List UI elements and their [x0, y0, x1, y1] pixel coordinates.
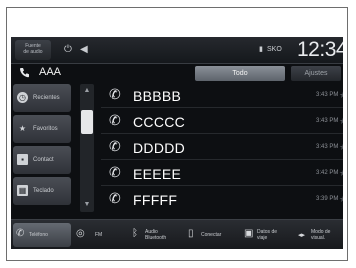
- call-contact-name: DDDDD: [133, 140, 186, 156]
- infotainment-screen: Fuente de audio ⏻ ◀ ▮ SKO 12:34 AAA Todo…: [11, 37, 343, 249]
- tab-ajustes-label: Ajustes: [304, 70, 328, 77]
- list-scrollbar[interactable]: ▲ ▼: [80, 84, 94, 212]
- menu-item-recientes[interactable]: ◷ Recientes: [13, 84, 71, 112]
- outgoing-call-icon: ✆: [109, 86, 121, 102]
- call-contact-name: EEEEE: [133, 166, 182, 182]
- favorite-star-icon[interactable]: ★: [339, 116, 343, 127]
- tab-todo-label: Todo: [232, 70, 248, 77]
- call-row[interactable]: ✆ DDDDD 3:43 PM ★: [101, 136, 343, 160]
- menu-item-label: Favoritos: [33, 126, 58, 132]
- call-time: 3:39 PM: [316, 196, 339, 202]
- call-time: 3:43 PM: [316, 118, 339, 124]
- status-bar: Fuente de audio ⏻ ◀ ▮ SKO 12:34: [11, 37, 343, 64]
- favorite-star-icon[interactable]: ★: [339, 142, 343, 153]
- power-icon[interactable]: ⏻: [64, 45, 72, 55]
- tab-ajustes[interactable]: Ajustes: [291, 66, 341, 81]
- call-contact-name: BBBBB: [133, 88, 182, 104]
- scroll-up-icon[interactable]: ▲: [81, 86, 93, 96]
- source-modo-visual-button[interactable]: ◂▸ Modo de visual.: [295, 223, 341, 247]
- source-fm-button[interactable]: ◎ FM: [73, 223, 127, 247]
- call-time: 3:42 PM: [316, 170, 339, 176]
- radio-icon: ◎: [76, 228, 85, 239]
- display-mode-icon: ◂▸: [298, 232, 306, 239]
- source-datos-viaje-button[interactable]: ▣ Datos de viaje: [241, 223, 293, 247]
- bluetooth-icon: ᛒ: [132, 228, 138, 239]
- audio-source-label: Fuente de audio: [23, 43, 43, 55]
- clock: 12:34: [297, 38, 343, 61]
- outgoing-call-icon: ✆: [109, 138, 121, 154]
- menu-item-teclado[interactable]: ▦ Teclado: [13, 177, 71, 205]
- source-conectar-button[interactable]: ▯ Conectar: [185, 223, 239, 247]
- call-time: 3:43 PM: [316, 144, 339, 150]
- phone-header: AAA Todo Ajustes: [11, 64, 343, 82]
- scroll-down-icon[interactable]: ▼: [81, 200, 93, 210]
- source-bluetooth-button[interactable]: ᛒ Audio Bluetooth: [129, 223, 183, 247]
- source-label: Teléfono: [29, 232, 48, 238]
- star-icon: ★: [18, 124, 27, 133]
- call-contact-name: CCCCC: [133, 114, 186, 130]
- source-label: FM: [95, 232, 103, 238]
- call-contact-name: FFFFF: [133, 192, 178, 208]
- active-contact-name: AAA: [39, 66, 62, 78]
- source-bar: ✆ Teléfono ◎ FM ᛒ Audio Bluetooth ▯ Cone…: [11, 219, 343, 249]
- favorite-star-icon[interactable]: ★: [339, 168, 343, 179]
- source-label: Datos de viaje: [257, 229, 278, 241]
- source-label: Modo de visual.: [311, 229, 331, 241]
- menu-item-favoritos[interactable]: ★ Favoritos: [13, 115, 71, 143]
- source-telefono-button[interactable]: ✆ Teléfono: [13, 223, 71, 247]
- outgoing-call-icon: ✆: [109, 164, 121, 180]
- call-row[interactable]: ✆ BBBBB 3:43 PM ★: [101, 84, 343, 108]
- volume-icon[interactable]: ◀: [80, 45, 88, 55]
- favorite-star-icon[interactable]: ★: [339, 90, 343, 101]
- phone-icon: ✆: [16, 228, 25, 239]
- trip-icon: ▣: [244, 228, 254, 239]
- call-row[interactable]: ✆ EEEEE 3:42 PM ★: [101, 162, 343, 186]
- contacts-icon: ▪: [17, 154, 28, 165]
- phone-icon: [20, 68, 29, 78]
- audio-source-button[interactable]: Fuente de audio: [15, 40, 51, 60]
- scroll-thumb[interactable]: [81, 110, 93, 134]
- call-row[interactable]: ✆ FFFFF 3:39 PM ★: [101, 188, 343, 212]
- outgoing-call-icon: ✆: [109, 190, 121, 206]
- menu-item-label: Contact: [33, 157, 54, 163]
- menu-item-contact[interactable]: ▪ Contact: [13, 146, 71, 174]
- clock-icon: ◷: [17, 92, 28, 103]
- smartphone-icon: ▯: [188, 228, 194, 239]
- source-label: Audio Bluetooth: [145, 229, 167, 241]
- phone-menu: ◷ Recientes ★ Favoritos ▪ Contact ▦ Tecl…: [13, 84, 71, 212]
- call-row[interactable]: ✆ CCCCC 3:43 PM ★: [101, 110, 343, 134]
- keypad-icon: ▦: [17, 185, 28, 196]
- menu-item-label: Teclado: [33, 188, 54, 194]
- tab-todo[interactable]: Todo: [195, 66, 285, 81]
- favorite-star-icon[interactable]: ★: [339, 194, 343, 205]
- menu-item-label: Recientes: [33, 95, 60, 101]
- status-indicator-text: SKO: [267, 46, 282, 53]
- recent-calls-list: ✆ BBBBB 3:43 PM ★ ✆ CCCCC 3:43 PM ★ ✆ DD…: [101, 84, 343, 214]
- call-time: 3:43 PM: [316, 92, 339, 98]
- source-label: Conectar: [201, 232, 222, 238]
- screen-frame: Fuente de audio ⏻ ◀ ▮ SKO 12:34 AAA Todo…: [6, 7, 348, 261]
- signal-icon: ▮: [259, 46, 263, 53]
- outgoing-call-icon: ✆: [109, 112, 121, 128]
